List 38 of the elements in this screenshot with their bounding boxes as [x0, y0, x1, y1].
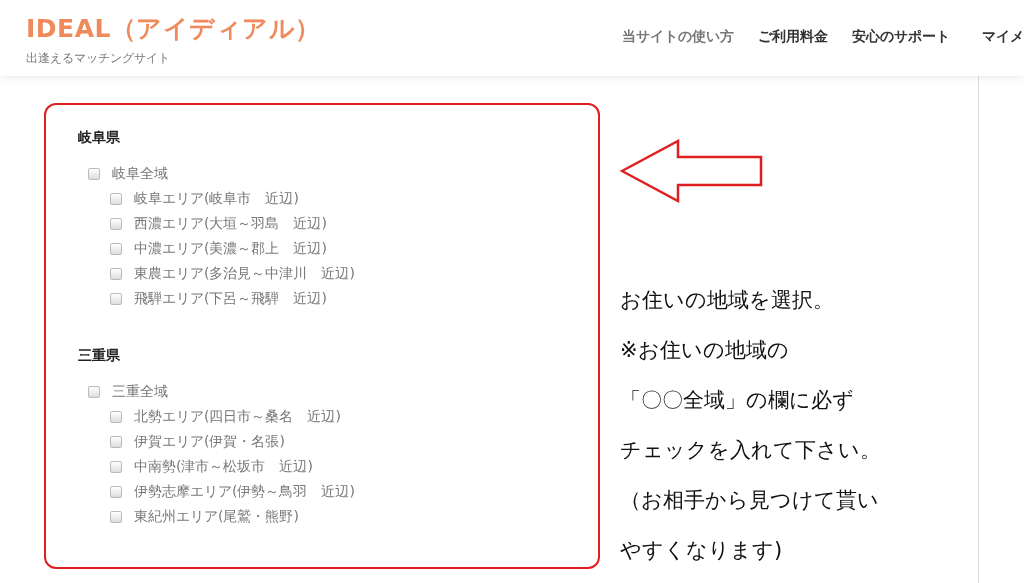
area-label: 伊勢志摩エリア(伊勢～鳥羽 近辺) [134, 482, 355, 501]
checkbox[interactable] [110, 192, 122, 205]
note-text: （お相手から見つけて貰い [620, 487, 880, 514]
checkbox[interactable] [110, 242, 122, 255]
prefecture-heading: 岐阜県 [78, 129, 121, 147]
checkbox[interactable] [110, 485, 122, 498]
area-label: 岐阜エリア(岐阜市 近辺) [134, 189, 299, 208]
area-label: 三重全域 [112, 382, 168, 401]
area-label: 飛騨エリア(下呂～飛騨 近辺) [134, 289, 327, 308]
nav-link[interactable]: ご利用料金 [758, 28, 828, 76]
checkbox[interactable] [110, 435, 122, 448]
note-text: 「〇〇全域」の欄に必ず [620, 387, 855, 414]
area-label: 伊賀エリア(伊賀・名張) [134, 432, 285, 451]
nav-link[interactable]: 当サイトの使い方 [622, 28, 734, 76]
area-label: 東農エリア(多治見～中津川 近辺) [134, 264, 355, 283]
checkbox[interactable] [110, 460, 122, 473]
area-label: 西濃エリア(大垣～羽島 近辺) [134, 214, 327, 233]
prefecture-heading: 三重県 [78, 347, 121, 365]
checkbox[interactable] [110, 510, 122, 523]
checkbox[interactable] [110, 217, 122, 230]
site-tagline: 出逢えるマッチングサイト [26, 50, 171, 67]
nav-link[interactable]: 安心のサポート [852, 28, 950, 76]
area-label: 岐阜全域 [112, 164, 168, 183]
checkbox[interactable] [110, 267, 122, 280]
area-label: 中濃エリア(美濃～郡上 近辺) [134, 239, 327, 258]
area-label: 中南勢(津市～松坂市 近辺) [134, 457, 313, 476]
left-arrow-icon [620, 139, 764, 203]
checkbox[interactable] [110, 292, 122, 305]
note-text: やすくなります) [620, 537, 784, 564]
checkbox[interactable] [110, 410, 122, 423]
note-text: お住いの地域を選択。 [620, 287, 835, 314]
note-text: ※お住いの地域の [620, 337, 790, 364]
nav-link[interactable]: マイメ [982, 28, 1024, 76]
area-label: 東紀州エリア(尾鷲・熊野) [134, 507, 299, 526]
checkbox[interactable] [88, 167, 100, 180]
area-label: 北勢エリア(四日市～桑名 近辺) [134, 407, 341, 426]
note-text: チェックを入れて下さい。 [620, 437, 881, 464]
checkbox[interactable] [88, 385, 100, 398]
